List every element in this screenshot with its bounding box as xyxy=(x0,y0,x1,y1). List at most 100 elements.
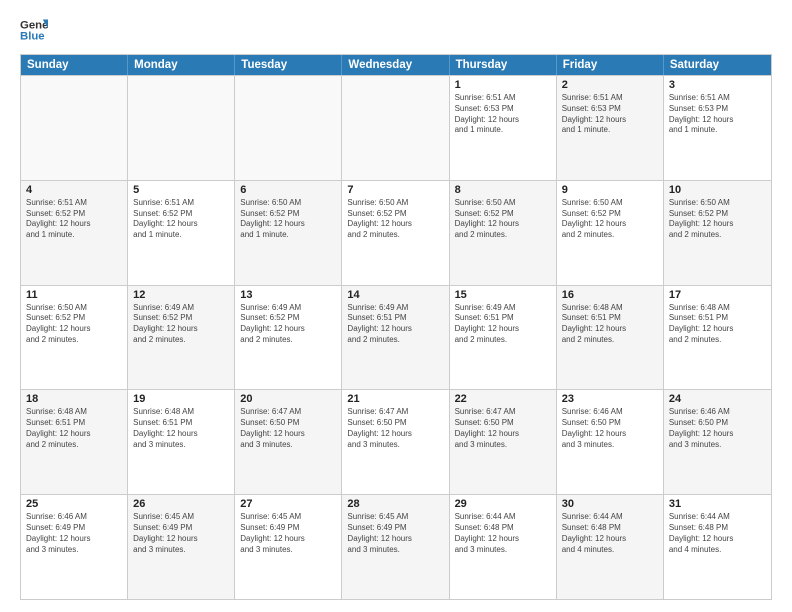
day-info: Sunrise: 6:51 AM Sunset: 6:53 PM Dayligh… xyxy=(562,93,658,136)
calendar-cell: 22 Sunrise: 6:47 AM Sunset: 6:50 PM Dayli… xyxy=(450,390,557,494)
day-info: Sunrise: 6:48 AM Sunset: 6:51 PM Dayligh… xyxy=(562,303,658,346)
day-of-week-saturday: Saturday xyxy=(664,55,771,75)
calendar-cell: 1 Sunrise: 6:51 AM Sunset: 6:53 PM Daylig… xyxy=(450,76,557,180)
day-number: 30 xyxy=(562,498,658,510)
day-number: 15 xyxy=(455,289,551,301)
calendar-cell: 5 Sunrise: 6:51 AM Sunset: 6:52 PM Daylig… xyxy=(128,181,235,285)
day-info: Sunrise: 6:50 AM Sunset: 6:52 PM Dayligh… xyxy=(669,198,766,241)
day-number: 29 xyxy=(455,498,551,510)
day-info: Sunrise: 6:46 AM Sunset: 6:50 PM Dayligh… xyxy=(562,407,658,450)
day-of-week-friday: Friday xyxy=(557,55,664,75)
day-number: 18 xyxy=(26,393,122,405)
calendar-cell: 21 Sunrise: 6:47 AM Sunset: 6:50 PM Dayli… xyxy=(342,390,449,494)
day-number: 9 xyxy=(562,184,658,196)
day-of-week-monday: Monday xyxy=(128,55,235,75)
day-info: Sunrise: 6:51 AM Sunset: 6:53 PM Dayligh… xyxy=(455,93,551,136)
day-number: 6 xyxy=(240,184,336,196)
day-number: 21 xyxy=(347,393,443,405)
calendar-cell: 30Sunrise: 6:44 AM Sunset: 6:48 PM Dayli… xyxy=(557,495,664,599)
day-number: 4 xyxy=(26,184,122,196)
day-info: Sunrise: 6:50 AM Sunset: 6:52 PM Dayligh… xyxy=(26,303,122,346)
day-info: Sunrise: 6:45 AM Sunset: 6:49 PM Dayligh… xyxy=(133,512,229,555)
calendar-cell: 28 Sunrise: 6:45 AM Sunset: 6:49 PM Dayli… xyxy=(342,495,449,599)
day-info: Sunrise: 6:44 AM Sunset: 6:48 PM Dayligh… xyxy=(669,512,766,555)
day-info: Sunrise: 6:47 AM Sunset: 6:50 PM Dayligh… xyxy=(455,407,551,450)
day-info: Sunrise: 6:49 AM Sunset: 6:51 PM Dayligh… xyxy=(347,303,443,346)
day-number: 12 xyxy=(133,289,229,301)
day-info: Sunrise: 6:50 AM Sunset: 6:52 PM Dayligh… xyxy=(562,198,658,241)
calendar-week-1: 1 Sunrise: 6:51 AM Sunset: 6:53 PM Daylig… xyxy=(21,75,771,180)
calendar-body: 1 Sunrise: 6:51 AM Sunset: 6:53 PM Daylig… xyxy=(21,75,771,599)
day-info: Sunrise: 6:47 AM Sunset: 6:50 PM Dayligh… xyxy=(240,407,336,450)
calendar-cell: 13Sunrise: 6:49 AM Sunset: 6:52 PM Dayli… xyxy=(235,286,342,390)
day-number: 2 xyxy=(562,79,658,91)
calendar-cell: 19 Sunrise: 6:48 AM Sunset: 6:51 PM Dayli… xyxy=(128,390,235,494)
day-number: 16 xyxy=(562,289,658,301)
day-of-week-tuesday: Tuesday xyxy=(235,55,342,75)
calendar-header: SundayMondayTuesdayWednesdayThursdayFrid… xyxy=(21,55,771,75)
calendar-cell: 18 Sunrise: 6:48 AM Sunset: 6:51 PM Dayli… xyxy=(21,390,128,494)
day-info: Sunrise: 6:51 AM Sunset: 6:53 PM Dayligh… xyxy=(669,93,766,136)
day-number: 17 xyxy=(669,289,766,301)
calendar-cell: 15 Sunrise: 6:49 AM Sunset: 6:51 PM Dayli… xyxy=(450,286,557,390)
calendar-cell: 12 Sunrise: 6:49 AM Sunset: 6:52 PM Dayli… xyxy=(128,286,235,390)
calendar: SundayMondayTuesdayWednesdayThursdayFrid… xyxy=(20,54,772,600)
day-number: 23 xyxy=(562,393,658,405)
calendar-week-5: 25Sunrise: 6:46 AM Sunset: 6:49 PM Dayli… xyxy=(21,494,771,599)
day-number: 3 xyxy=(669,79,766,91)
day-info: Sunrise: 6:48 AM Sunset: 6:51 PM Dayligh… xyxy=(26,407,122,450)
calendar-cell: 14 Sunrise: 6:49 AM Sunset: 6:51 PM Dayli… xyxy=(342,286,449,390)
day-info: Sunrise: 6:44 AM Sunset: 6:48 PM Dayligh… xyxy=(455,512,551,555)
calendar-cell: 4 Sunrise: 6:51 AM Sunset: 6:52 PM Daylig… xyxy=(21,181,128,285)
day-number: 20 xyxy=(240,393,336,405)
day-number: 27 xyxy=(240,498,336,510)
day-number: 10 xyxy=(669,184,766,196)
day-number: 14 xyxy=(347,289,443,301)
day-number: 31 xyxy=(669,498,766,510)
day-of-week-wednesday: Wednesday xyxy=(342,55,449,75)
calendar-week-2: 4 Sunrise: 6:51 AM Sunset: 6:52 PM Daylig… xyxy=(21,180,771,285)
day-info: Sunrise: 6:48 AM Sunset: 6:51 PM Dayligh… xyxy=(669,303,766,346)
calendar-cell xyxy=(128,76,235,180)
calendar-cell: 25Sunrise: 6:46 AM Sunset: 6:49 PM Dayli… xyxy=(21,495,128,599)
calendar-cell: 27 Sunrise: 6:45 AM Sunset: 6:49 PM Dayli… xyxy=(235,495,342,599)
calendar-week-3: 11 Sunrise: 6:50 AM Sunset: 6:52 PM Dayli… xyxy=(21,285,771,390)
calendar-cell: 26 Sunrise: 6:45 AM Sunset: 6:49 PM Dayli… xyxy=(128,495,235,599)
day-info: Sunrise: 6:48 AM Sunset: 6:51 PM Dayligh… xyxy=(133,407,229,450)
day-number: 13 xyxy=(240,289,336,301)
calendar-cell: 7Sunrise: 6:50 AM Sunset: 6:52 PM Daylig… xyxy=(342,181,449,285)
day-number: 28 xyxy=(347,498,443,510)
calendar-cell: 9 Sunrise: 6:50 AM Sunset: 6:52 PM Daylig… xyxy=(557,181,664,285)
day-info: Sunrise: 6:45 AM Sunset: 6:49 PM Dayligh… xyxy=(347,512,443,555)
day-info: Sunrise: 6:49 AM Sunset: 6:52 PM Dayligh… xyxy=(133,303,229,346)
day-info: Sunrise: 6:50 AM Sunset: 6:52 PM Dayligh… xyxy=(240,198,336,241)
day-number: 8 xyxy=(455,184,551,196)
day-info: Sunrise: 6:47 AM Sunset: 6:50 PM Dayligh… xyxy=(347,407,443,450)
day-number: 19 xyxy=(133,393,229,405)
day-number: 11 xyxy=(26,289,122,301)
page-header: General Blue xyxy=(20,16,772,44)
day-number: 1 xyxy=(455,79,551,91)
day-info: Sunrise: 6:51 AM Sunset: 6:52 PM Dayligh… xyxy=(133,198,229,241)
calendar-cell: 3 Sunrise: 6:51 AM Sunset: 6:53 PM Daylig… xyxy=(664,76,771,180)
svg-text:Blue: Blue xyxy=(20,31,45,43)
calendar-cell: 8 Sunrise: 6:50 AM Sunset: 6:52 PM Daylig… xyxy=(450,181,557,285)
calendar-cell: 29 Sunrise: 6:44 AM Sunset: 6:48 PM Dayli… xyxy=(450,495,557,599)
calendar-cell: 16 Sunrise: 6:48 AM Sunset: 6:51 PM Dayli… xyxy=(557,286,664,390)
day-info: Sunrise: 6:45 AM Sunset: 6:49 PM Dayligh… xyxy=(240,512,336,555)
logo: General Blue xyxy=(20,16,52,44)
day-number: 22 xyxy=(455,393,551,405)
day-number: 26 xyxy=(133,498,229,510)
day-info: Sunrise: 6:50 AM Sunset: 6:52 PM Dayligh… xyxy=(347,198,443,241)
day-info: Sunrise: 6:50 AM Sunset: 6:52 PM Dayligh… xyxy=(455,198,551,241)
day-info: Sunrise: 6:49 AM Sunset: 6:51 PM Dayligh… xyxy=(455,303,551,346)
day-number: 24 xyxy=(669,393,766,405)
logo-icon: General Blue xyxy=(20,16,48,44)
calendar-cell: 17 Sunrise: 6:48 AM Sunset: 6:51 PM Dayli… xyxy=(664,286,771,390)
calendar-cell: 10 Sunrise: 6:50 AM Sunset: 6:52 PM Dayli… xyxy=(664,181,771,285)
calendar-cell: 24Sunrise: 6:46 AM Sunset: 6:50 PM Dayli… xyxy=(664,390,771,494)
calendar-week-4: 18 Sunrise: 6:48 AM Sunset: 6:51 PM Dayli… xyxy=(21,389,771,494)
day-info: Sunrise: 6:51 AM Sunset: 6:52 PM Dayligh… xyxy=(26,198,122,241)
day-number: 5 xyxy=(133,184,229,196)
day-of-week-sunday: Sunday xyxy=(21,55,128,75)
